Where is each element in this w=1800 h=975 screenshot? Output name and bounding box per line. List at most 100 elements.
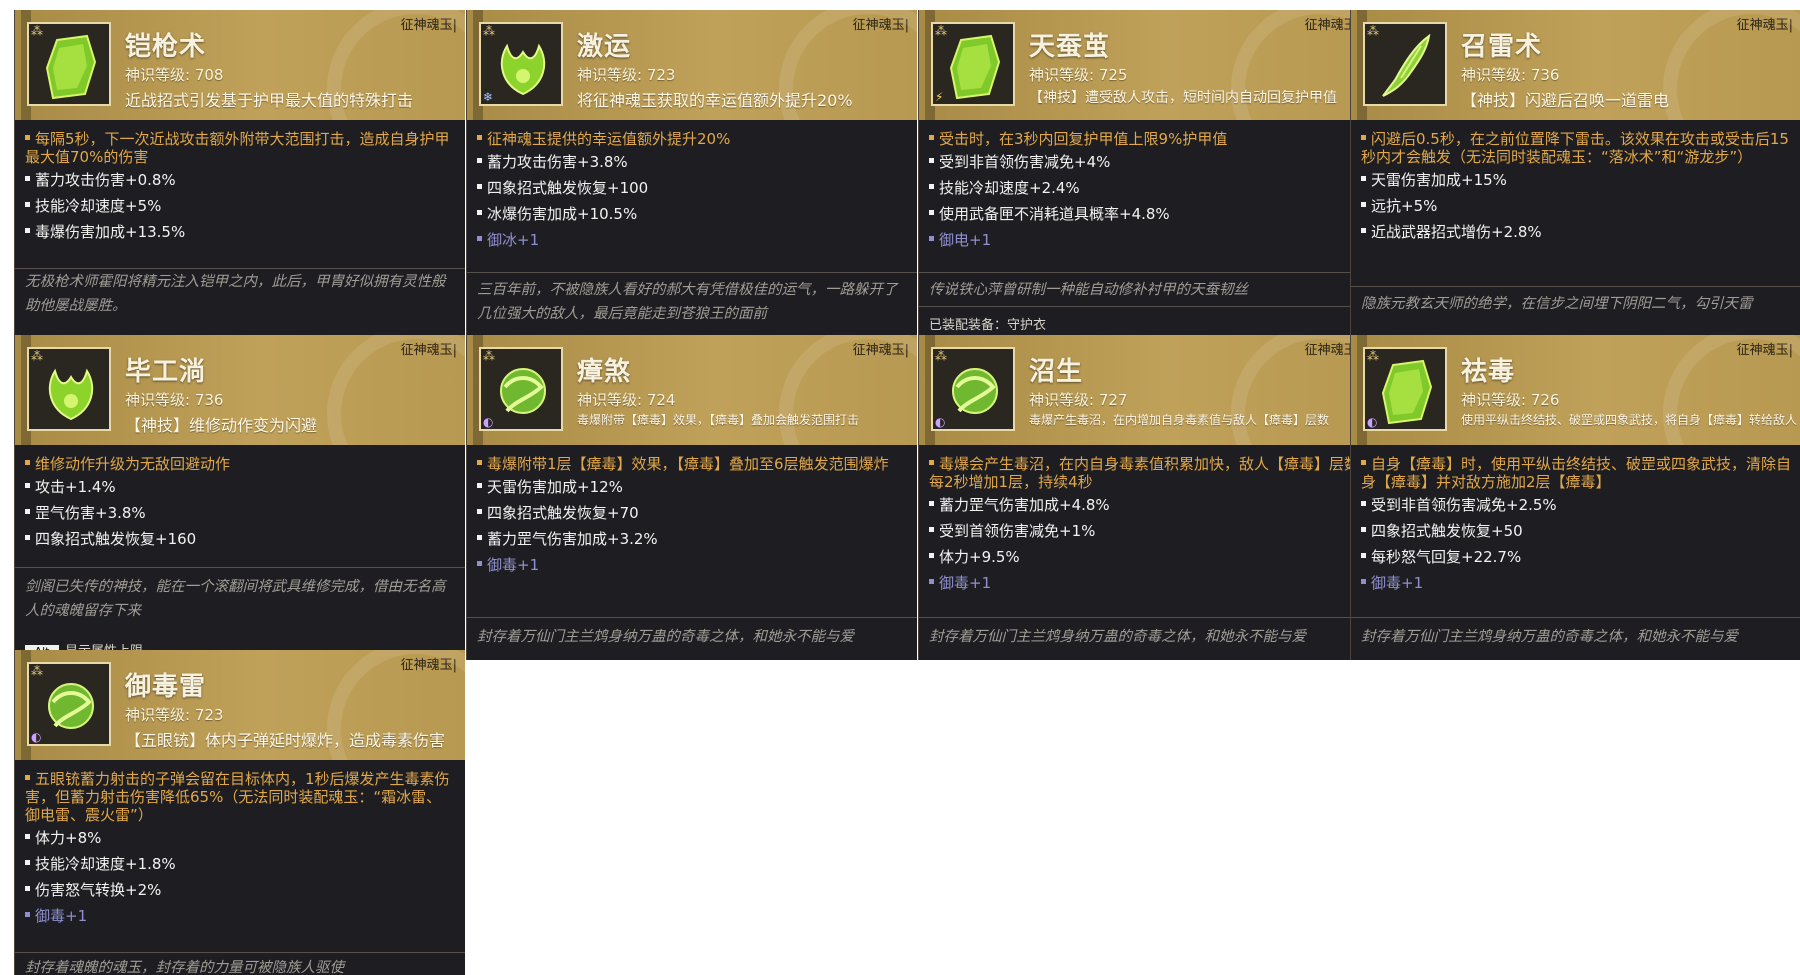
card-title: 天蚕茧 [1029, 32, 1111, 62]
flavor-text: 无极枪术师霍阳将精元注入铠甲之内，此后，甲胄好似拥有灵性般助他屡战屡胜。 [25, 274, 446, 314]
guard-bonus: 御毒+1 [25, 907, 455, 925]
main-effect: 毒爆附带1层【瘴毒】效果，【瘴毒】叠加至6层触发范围爆炸 [477, 455, 907, 473]
serpent-orb-icon: ⁂ ◐ [931, 347, 1015, 431]
soul-card-miasma[interactable]: 征神魂玉| ⁂ ◐ 瘴煞 神识等级: 724 毒爆附带【瘴毒】效果，【瘴毒】叠加… [466, 335, 917, 660]
stat-line: 近战武器招式增伤+2.8% [1361, 223, 1791, 241]
card-level: 神识等级: 726 [1461, 391, 1560, 409]
card-header: 征神魂玉| ⁂ ◐ 祛毒 神识等级: 726 使用平纵击终结技、破罡或四象武技，… [1351, 335, 1800, 445]
main-effect: 自身【瘴毒】时，使用平纵击终结技、破罡或四象武技，清除自身【瘴毒】并对敌方施加2… [1361, 455, 1792, 491]
card-skill: 使用平纵击终结技、破罡或四象武技，将自身【瘴毒】转给敌人 [1461, 413, 1798, 427]
card-header: 征神魂玉| ⁂ ◐ 沼生 神识等级: 727 毒爆产生毒沼，在内增加自身毒素值与… [919, 335, 1369, 445]
stat-line: 远抗+5% [1361, 197, 1791, 215]
feather-blade-icon: ⁂ [1363, 22, 1447, 106]
card-title: 激运 [577, 32, 632, 62]
jade-armor-icon: ⁂ ◐ [1363, 347, 1447, 431]
main-effect: 闪避后0.5秒，在之前位置降下雷击。该效果在攻击或受击后15秒内才会触发（无法同… [1361, 130, 1789, 166]
card-body: 维修动作升级为无敌回避动作 攻击+1.4% 罡气伤害+3.8% 四象招式触发恢复… [15, 445, 465, 660]
card-title: 沼生 [1029, 357, 1084, 387]
main-effect: 五眼铳蓄力射击的子弹会留在目标体内，1秒后爆发产生毒素伤害，但蓄力射击伤害降低6… [25, 770, 450, 824]
flavor-text: 传说铁心萍曾研制一种能自动修补衬甲的天蚕韧丝 [929, 282, 1248, 298]
card-header: 征神魂玉| ⁂ ◐ 瘴煞 神识等级: 724 毒爆附带【瘴毒】效果，【瘴毒】叠加… [467, 335, 917, 445]
main-effect: 维修动作升级为无敌回避动作 [25, 455, 455, 473]
soul-jade-label: 征神魂玉| [400, 18, 457, 33]
divider [15, 567, 465, 568]
flavor-text: 隐族元教玄天师的绝学，在信步之间埋下阴阳二气，勾引天雷 [1361, 296, 1753, 312]
soul-jade-label: 征神魂玉| [852, 343, 909, 358]
stat-line: 技能冷却速度+1.8% [25, 855, 455, 873]
divider [1351, 617, 1800, 618]
card-title: 毕工淌 [125, 357, 207, 387]
card-skill: 【神技】维修动作变为闪避 [125, 416, 318, 435]
soul-jade-label: 征神魂玉| [400, 658, 457, 673]
card-header: 征神魂玉| ⁂ ❄ 激运 神识等级: 723 将征神魂玉获取的幸运值额外提升20… [467, 10, 917, 120]
serpent-orb-icon: ⁂ ◐ [479, 347, 563, 431]
soul-card-swamp-birth[interactable]: 征神魂玉| ⁂ ◐ 沼生 神识等级: 727 毒爆产生毒沼，在内增加自身毒素值与… [918, 335, 1369, 660]
divider [15, 952, 465, 953]
card-header: 征神魂玉| ⁂ ◐ 御毒雷 神识等级: 723 【五眼铳】体内子弹延时爆炸，造成… [15, 650, 465, 760]
divider [919, 306, 1369, 307]
soul-card-armor-spear[interactable]: 征神魂玉| ⁂ 铠枪术 神识等级: 708 近战招式引发基于护甲最大值的特殊打击… [14, 10, 465, 335]
soul-jade-label: 征神魂玉| [1736, 343, 1793, 358]
divider [467, 272, 917, 273]
guard-bonus: 御电+1 [929, 231, 1359, 249]
stat-line: 攻击+1.4% [25, 478, 455, 496]
stat-line: 体力+8% [25, 829, 455, 847]
card-body: 受击时，在3秒内回复护甲值上限9%护甲值 受到非首领伤害减免+4% 技能冷却速度… [919, 120, 1369, 335]
card-header: 征神魂玉| ⁂ ⚡ 天蚕茧 神识等级: 725 【神技】遭受敌人攻击，短时间内自… [919, 10, 1369, 120]
card-header: 征神魂玉| ⁂ 铠枪术 神识等级: 708 近战招式引发基于护甲最大值的特殊打击 [15, 10, 465, 120]
stat-line: 蓄力罡气伤害加成+4.8% [929, 496, 1359, 514]
stat-line: 蓄力罡气伤害加成+3.2% [477, 530, 907, 548]
soul-card-poison-thunder[interactable]: 征神魂玉| ⁂ ◐ 御毒雷 神识等级: 723 【五眼铳】体内子弹延时爆炸，造成… [14, 650, 465, 975]
stat-line: 蓄力攻击伤害+3.8% [477, 153, 907, 171]
card-skill: 将征神魂玉获取的幸运值额外提升20% [577, 91, 853, 110]
serpent-orb-icon: ⁂ ◐ [27, 662, 111, 746]
divider [15, 268, 465, 269]
flavor-text: 剑阁已失传的神技，能在一个滚翻间将武具维修完成，借由无名高人的魂魄留存下来 [25, 579, 446, 619]
card-title: 铠枪术 [125, 32, 207, 62]
soul-card-silk-cocoon[interactable]: 征神魂玉| ⁂ ⚡ 天蚕茧 神识等级: 725 【神技】遭受敌人攻击，短时间内自… [918, 10, 1369, 335]
flavor-text: 封存着万仙门主兰鸩身纳万蛊的奇毒之体，和她永不能与爱 [1361, 629, 1738, 645]
soul-card-lucky-boost[interactable]: 征神魂玉| ⁂ ❄ 激运 神识等级: 723 将征神魂玉获取的幸运值额外提升20… [466, 10, 917, 335]
card-title: 召雷术 [1461, 32, 1543, 62]
card-skill: 毒爆产生毒沼，在内增加自身毒素值与敌人【瘴毒】层数 [1029, 413, 1330, 427]
stat-line: 冰爆伤害加成+10.5% [477, 205, 907, 223]
divider [919, 272, 1369, 273]
soul-card-summon-thunder[interactable]: 征神魂玉| ⁂ 召雷术 神识等级: 736 【神技】闪避后召唤一道雷电 闪避后0… [1350, 10, 1800, 335]
card-body: 五眼铳蓄力射击的子弹会留在目标体内，1秒后爆发产生毒素伤害，但蓄力射击伤害降低6… [15, 760, 465, 975]
soul-jade-label: 征神魂玉| [852, 18, 909, 33]
card-title: 祛毒 [1461, 357, 1516, 387]
card-header: 征神魂玉| ⁂ 毕工淌 神识等级: 736 【神技】维修动作变为闪避 [15, 335, 465, 445]
card-skill: 【神技】闪避后召唤一道雷电 [1461, 91, 1670, 110]
divider [919, 617, 1369, 618]
guard-bonus: 御毒+1 [477, 556, 907, 574]
jade-armor-icon: ⁂ ⚡ [931, 22, 1015, 106]
stat-line: 技能冷却速度+2.4% [929, 179, 1359, 197]
card-skill: 【五眼铳】体内子弹延时爆炸，造成毒素伤害 [125, 731, 446, 750]
card-header: 征神魂玉| ⁂ 召雷术 神识等级: 736 【神技】闪避后召唤一道雷电 [1351, 10, 1800, 120]
jade-armor-icon: ⁂ [27, 22, 111, 106]
soul-card-dispel-poison[interactable]: 征神魂玉| ⁂ ◐ 祛毒 神识等级: 726 使用平纵击终结技、破罡或四象武技，… [1350, 335, 1800, 660]
card-level: 神识等级: 725 [1029, 66, 1128, 84]
main-effect: 受击时，在3秒内回复护甲值上限9%护甲值 [929, 130, 1359, 148]
card-level: 神识等级: 723 [577, 66, 676, 84]
card-skill: 近战招式引发基于护甲最大值的特殊打击 [125, 91, 414, 110]
card-skill: 【神技】遭受敌人攻击，短时间内自动回复护甲值 [1029, 90, 1337, 106]
card-level: 神识等级: 724 [577, 391, 676, 409]
stat-line: 每秒怒气回复+22.7% [1361, 548, 1791, 566]
main-effect: 征神魂玉提供的幸运值额外提升20% [477, 130, 907, 148]
stat-line: 罡气伤害+3.8% [25, 504, 455, 522]
card-level: 神识等级: 736 [125, 391, 224, 409]
flavor-text: 三百年前，不被隐族人看好的郝大有凭借极佳的运气，一路躲开了几位强大的敌人，最后竟… [477, 282, 898, 322]
flavor-text: 封存着万仙门主兰鸩身纳万蛊的奇毒之体，和她永不能与爱 [477, 629, 854, 645]
soul-jade-label: 征神魂玉| [1736, 18, 1793, 33]
divider [1351, 286, 1800, 287]
soul-card-repair-dodge[interactable]: 征神魂玉| ⁂ 毕工淌 神识等级: 736 【神技】维修动作变为闪避 维修动作升… [14, 335, 465, 660]
stat-line: 四象招式触发恢复+100 [477, 179, 907, 197]
guard-bonus: 御冰+1 [477, 231, 907, 249]
guard-bonus: 御毒+1 [1361, 574, 1791, 592]
main-effect: 每隔5秒，下一次近战攻击额外附带大范围打击，造成自身护甲最大值70%的伤害 [25, 130, 450, 166]
stat-line: 天雷伤害加成+12% [477, 478, 907, 496]
card-title: 瘴煞 [577, 357, 632, 387]
stat-line: 体力+9.5% [929, 548, 1359, 566]
main-effect: 毒爆会产生毒沼，在内自身毒素值积累加快，敌人【瘴毒】层数每2秒增加1层，持续4秒 [929, 455, 1360, 491]
